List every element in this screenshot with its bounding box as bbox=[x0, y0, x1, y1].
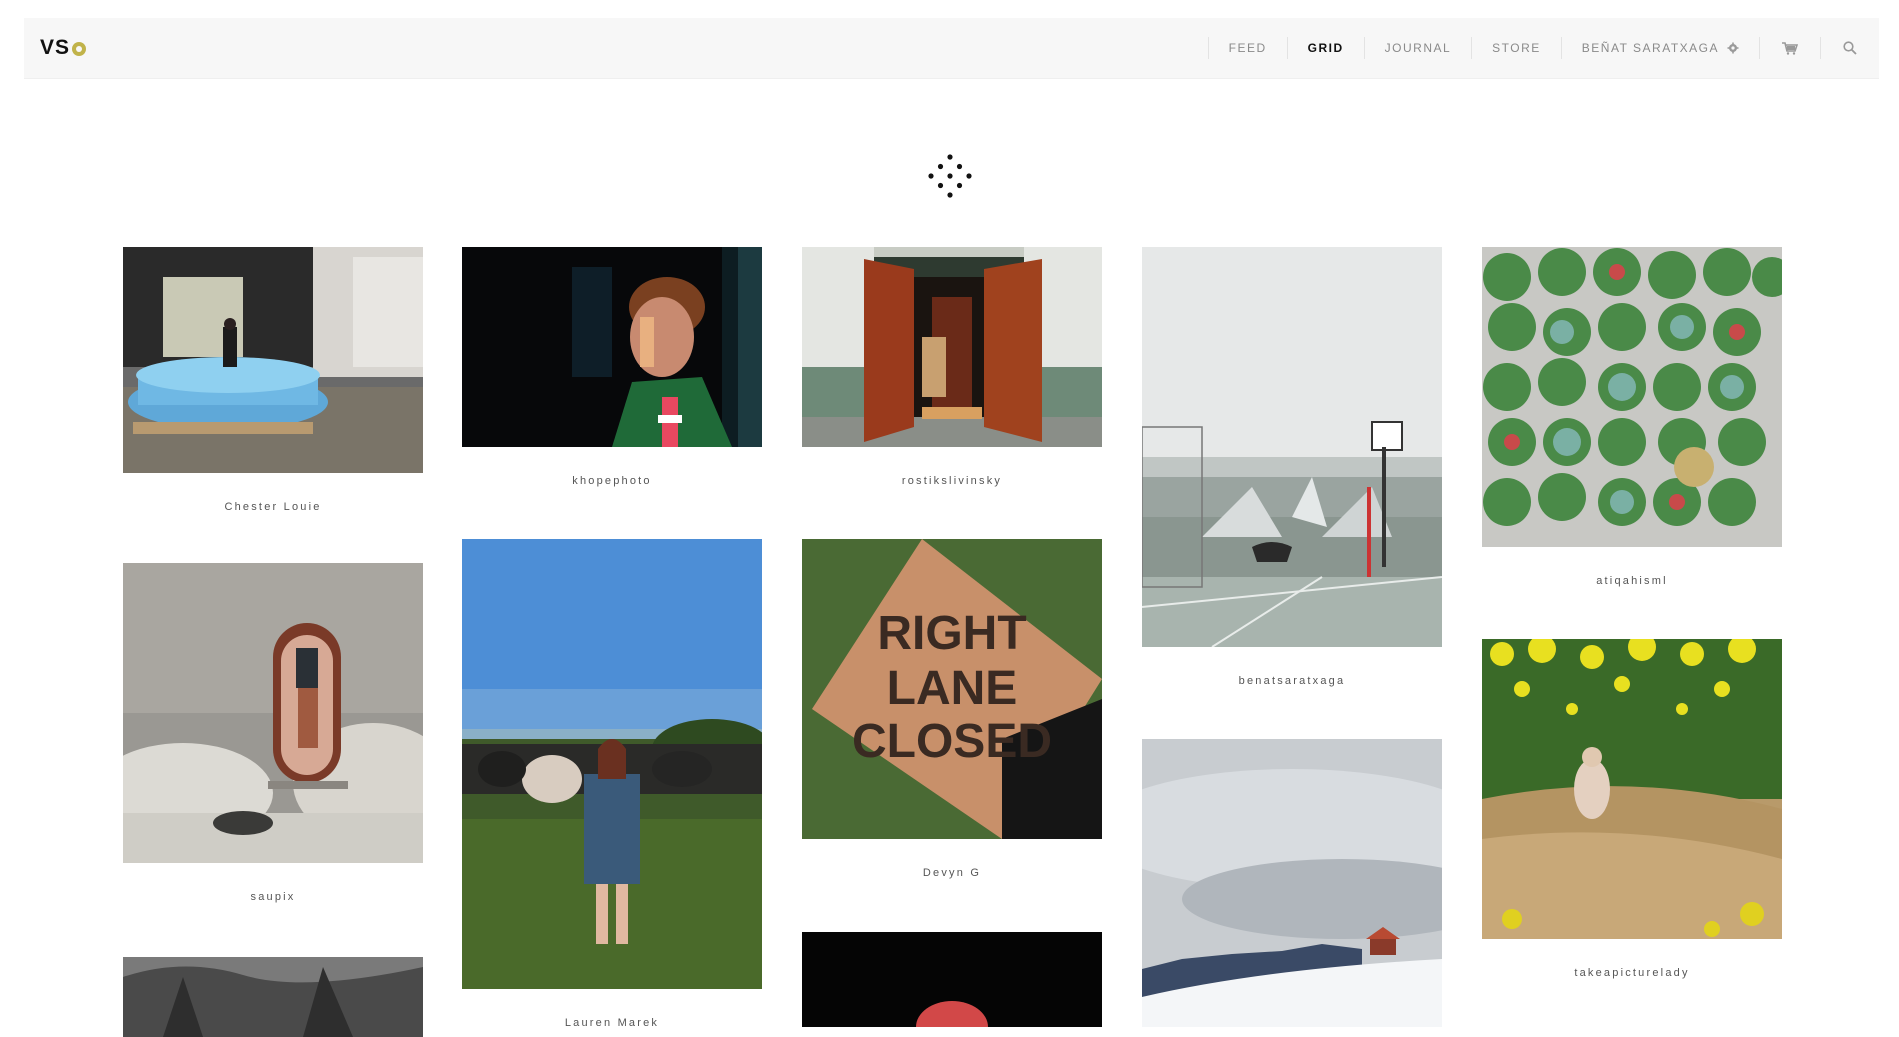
photo-rooftop-court[interactable] bbox=[1142, 247, 1442, 647]
photographer-name[interactable]: benatsaratxaga bbox=[1142, 675, 1442, 687]
top-navigation-bar: VS FEED GRID JOURNAL STORE BEÑAT SARATXA… bbox=[24, 18, 1879, 79]
svg-text:CLOSED: CLOSED bbox=[852, 715, 1052, 768]
photo-card[interactable] bbox=[1142, 739, 1442, 1027]
photo-boy-portrait[interactable] bbox=[462, 247, 762, 447]
logo-text: VS bbox=[40, 36, 71, 59]
photo-card[interactable]: atiqahisml bbox=[1482, 247, 1782, 587]
photo-card[interactable] bbox=[123, 957, 423, 1037]
vsco-logo[interactable]: VS bbox=[40, 36, 87, 60]
photographer-name[interactable]: Devyn G bbox=[802, 867, 1102, 879]
photo-woman-field[interactable] bbox=[462, 539, 762, 989]
nav-store[interactable]: STORE bbox=[1471, 37, 1561, 59]
photo-rapeseed-field[interactable] bbox=[1482, 639, 1782, 939]
logo-mark-icon bbox=[72, 42, 87, 56]
search-button[interactable] bbox=[1820, 37, 1879, 59]
photo-open-doors[interactable] bbox=[802, 247, 1102, 447]
svg-text:RIGHT: RIGHT bbox=[877, 607, 1026, 660]
photo-pool[interactable] bbox=[123, 247, 423, 473]
photo-road-sign[interactable]: RIGHT LANE CLOSED bbox=[802, 539, 1102, 839]
photo-card[interactable]: RIGHT LANE CLOSED Devyn G bbox=[802, 539, 1102, 879]
cart-button[interactable] bbox=[1759, 37, 1820, 59]
photo-card[interactable]: Chester Louie bbox=[123, 247, 423, 513]
photographer-name[interactable]: Chester Louie bbox=[123, 501, 423, 513]
loading-dots-icon bbox=[928, 154, 972, 198]
photo-card[interactable]: khopephoto bbox=[462, 247, 762, 487]
nav-feed[interactable]: FEED bbox=[1207, 37, 1287, 59]
photo-snow-mountain[interactable] bbox=[1142, 739, 1442, 1027]
photo-trees[interactable] bbox=[123, 957, 423, 1037]
photographer-name[interactable]: Lauren Marek bbox=[462, 1017, 762, 1029]
photo-card[interactable]: rostikslivinsky bbox=[802, 247, 1102, 487]
photographer-name[interactable]: khopephoto bbox=[462, 475, 762, 487]
photographer-name[interactable]: rostikslivinsky bbox=[802, 475, 1102, 487]
photo-card[interactable]: takeapicturelady bbox=[1482, 639, 1782, 979]
photo-cacti[interactable] bbox=[1482, 247, 1782, 547]
cart-icon bbox=[1782, 41, 1798, 55]
nav-user-menu[interactable]: BEÑAT SARATXAGA bbox=[1560, 37, 1759, 59]
photo-dark[interactable] bbox=[802, 932, 1102, 1027]
nav-grid[interactable]: GRID bbox=[1286, 37, 1364, 59]
photo-door-wall[interactable] bbox=[123, 563, 423, 863]
photographer-name[interactable]: takeapicturelady bbox=[1482, 967, 1782, 979]
photographer-name[interactable]: saupix bbox=[123, 891, 423, 903]
search-icon bbox=[1843, 41, 1857, 55]
main-nav: FEED GRID JOURNAL STORE BEÑAT SARATXAGA bbox=[1207, 18, 1879, 78]
nav-journal[interactable]: JOURNAL bbox=[1363, 37, 1472, 59]
user-name: BEÑAT SARATXAGA bbox=[1581, 41, 1719, 55]
photographer-name[interactable]: atiqahisml bbox=[1482, 575, 1782, 587]
svg-text:LANE: LANE bbox=[887, 662, 1018, 715]
photo-card[interactable]: saupix bbox=[123, 563, 423, 903]
photo-card[interactable]: Lauren Marek bbox=[462, 539, 762, 1029]
gear-icon bbox=[1727, 42, 1739, 54]
photo-card[interactable] bbox=[802, 932, 1102, 1027]
photo-card[interactable]: benatsaratxaga bbox=[1142, 247, 1442, 687]
